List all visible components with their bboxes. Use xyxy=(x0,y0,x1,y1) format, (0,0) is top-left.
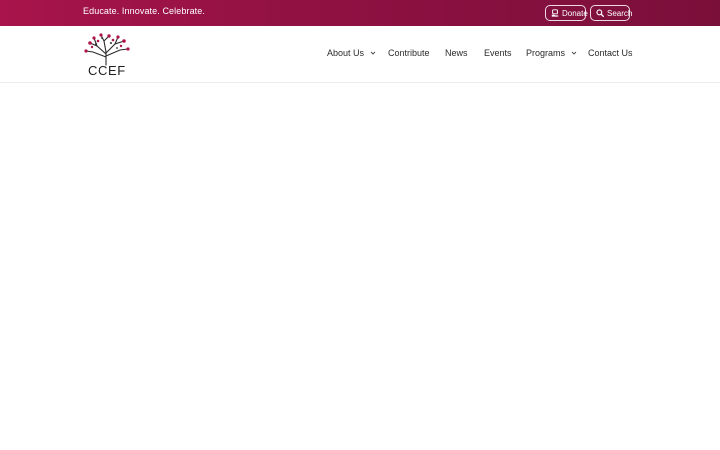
search-icon xyxy=(596,9,604,17)
nav-item-label: Contribute xyxy=(388,48,430,58)
nav-item-about-us[interactable]: About Us xyxy=(327,48,376,58)
top-bar: Educate. Innovate. Celebrate. Donate Sea… xyxy=(0,0,720,26)
nav-item-label: About Us xyxy=(327,48,365,58)
nav-item-contribute[interactable]: Contribute xyxy=(388,48,430,58)
search-label: Search xyxy=(607,8,633,18)
search-button[interactable]: Search xyxy=(590,5,633,21)
donate-label: Donate xyxy=(562,8,588,18)
donate-hand-icon xyxy=(551,9,559,17)
main-navigation: About Us Contribute News Events Programs… xyxy=(0,26,720,83)
nav-item-programs[interactable]: Programs xyxy=(526,48,577,58)
nav-item-label: News xyxy=(445,48,468,58)
nav-item-events[interactable]: Events xyxy=(484,48,512,58)
chevron-down-icon xyxy=(571,50,577,56)
site-header: CCEF About Us Contribute News Events Pro… xyxy=(0,26,720,83)
nav-item-contact-us[interactable]: Contact Us xyxy=(588,48,633,58)
chevron-down-icon xyxy=(370,50,376,56)
nav-item-label: Events xyxy=(484,48,512,58)
nav-item-label: Programs xyxy=(526,48,566,58)
tagline: Educate. Innovate. Celebrate. xyxy=(83,6,205,16)
nav-item-news[interactable]: News xyxy=(445,48,468,58)
donate-button[interactable]: Donate xyxy=(545,5,588,21)
nav-item-label: Contact Us xyxy=(588,48,633,58)
page-content xyxy=(0,84,720,450)
